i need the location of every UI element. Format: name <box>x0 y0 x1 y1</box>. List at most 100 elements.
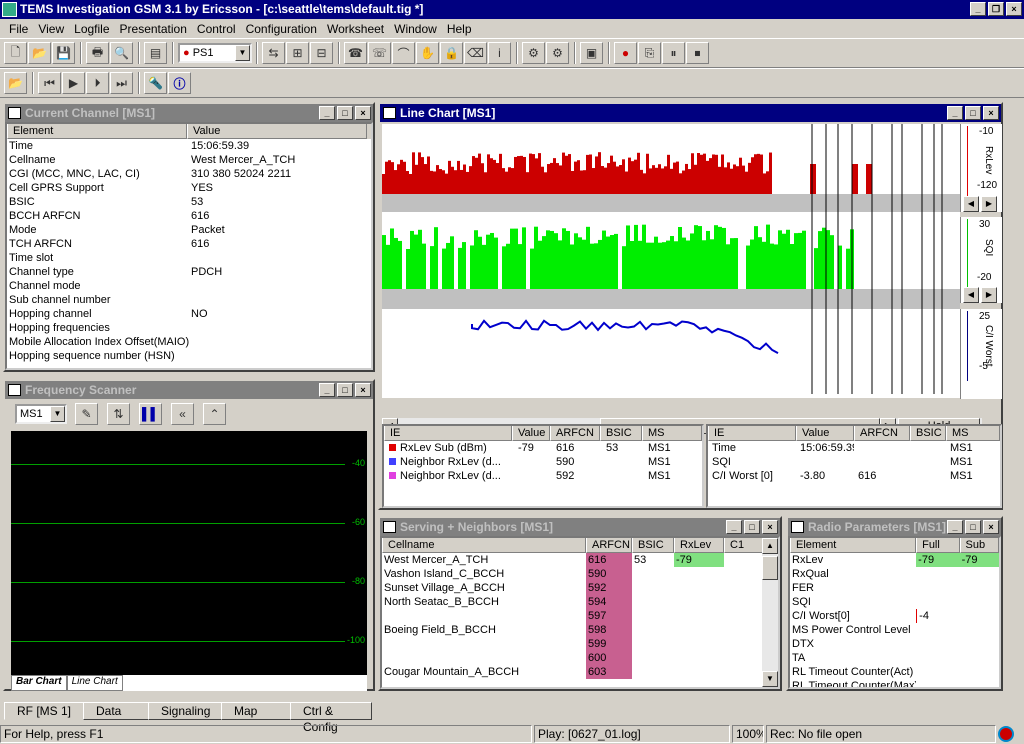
table-row[interactable]: 600 <box>382 651 778 665</box>
column-header[interactable]: Full <box>916 538 960 553</box>
table-row[interactable]: RxLev -79 -79 <box>790 553 999 567</box>
minimize-button[interactable]: _ <box>319 383 335 397</box>
close-button[interactable]: × <box>983 106 999 120</box>
tab-line-chart[interactable]: Line Chart <box>66 675 123 691</box>
minimize-button[interactable]: _ <box>947 106 963 120</box>
table-row[interactable]: Time slot <box>7 251 371 265</box>
column-header[interactable]: MS <box>946 426 1000 441</box>
column-header[interactable]: IE <box>384 426 512 441</box>
close-button[interactable]: × <box>983 520 999 534</box>
fast-forward-icon[interactable]: ⏭ <box>110 72 133 94</box>
lock-icon[interactable]: 🔒 <box>440 42 463 64</box>
rewind-icon[interactable]: « <box>171 403 194 425</box>
search-icon[interactable]: 🔦 <box>144 72 167 94</box>
open-icon[interactable]: 📂 <box>28 42 51 64</box>
add-icon[interactable]: ⊞ <box>286 42 309 64</box>
table-row[interactable]: MS Power Control Level <box>790 623 999 637</box>
column-header[interactable]: Element <box>7 124 187 139</box>
table-row[interactable]: C/I Worst[0] -4 <box>790 609 999 623</box>
menu-logfile[interactable]: Logfile <box>69 22 114 36</box>
sort-icon[interactable]: ⇅ <box>107 403 130 425</box>
vertical-scrollbar[interactable]: ▲ ▼ <box>762 538 778 687</box>
menu-control[interactable]: Control <box>192 22 241 36</box>
table-row[interactable]: RxQual <box>790 567 999 581</box>
properties-icon[interactable]: ▤ <box>144 42 167 64</box>
scroll-right-button[interactable]: ▶ <box>981 196 997 212</box>
scroll-down-button[interactable]: ▼ <box>762 671 778 687</box>
column-header[interactable]: ARFCN <box>586 538 632 553</box>
scroll-right-button[interactable]: ▶ <box>981 287 997 303</box>
column-header[interactable]: MS <box>642 426 702 441</box>
scroll-thumb[interactable] <box>762 556 778 580</box>
script-icon[interactable]: ⚙ <box>522 42 545 64</box>
column-header[interactable]: Sub <box>959 538 999 553</box>
play-icon[interactable]: ▶ <box>62 72 85 94</box>
edit-icon[interactable]: ✎ <box>75 403 98 425</box>
bar-chart-icon[interactable]: ▌▌ <box>139 403 162 425</box>
tab-ctrl-config[interactable]: Ctrl & Config <box>290 702 372 734</box>
column-header[interactable]: Element <box>790 538 917 553</box>
insert-icon[interactable]: ⎘ <box>638 42 661 64</box>
tab-map[interactable]: Map <box>221 702 291 720</box>
table-row[interactable]: BCCH ARFCN 616 <box>7 209 371 223</box>
column-header[interactable]: ARFCN <box>550 426 600 441</box>
table-row[interactable]: DTX <box>790 637 999 651</box>
device-icon[interactable]: ▣ <box>580 42 603 64</box>
menu-presentation[interactable]: Presentation <box>115 22 192 36</box>
close-button[interactable]: × <box>355 383 371 397</box>
minimize-button[interactable]: _ <box>970 2 986 16</box>
menu-window[interactable]: Window <box>389 22 442 36</box>
table-row[interactable]: Vashon Island_C_BCCH 590 <box>382 567 778 581</box>
column-header[interactable]: Value <box>187 124 367 139</box>
tab-signaling[interactable]: Signaling <box>148 702 222 720</box>
ms-select[interactable]: ● PS1 ▼ <box>178 43 252 63</box>
maximize-button[interactable]: □ <box>337 383 353 397</box>
tab-rf-ms-1-[interactable]: RF [MS 1] <box>4 702 84 720</box>
table-row[interactable]: Channel type PDCH <box>7 265 371 279</box>
column-header[interactable]: BSIC <box>600 426 642 441</box>
table-row[interactable]: Time 15:06:59.39 <box>7 139 371 153</box>
menu-file[interactable]: File <box>4 22 33 36</box>
scroll-up-button[interactable]: ▲ <box>762 538 778 554</box>
hangup-icon[interactable]: ⌒ <box>392 42 415 64</box>
new-icon[interactable]: 🗋 <box>4 42 27 64</box>
scroll-left-button[interactable]: ◀ <box>963 196 979 212</box>
table-row[interactable]: Channel mode <box>7 279 371 293</box>
connect-icon[interactable]: ⇆ <box>262 42 285 64</box>
minimize-button[interactable]: _ <box>726 520 742 534</box>
tab-bar-chart[interactable]: Bar Chart <box>11 675 67 691</box>
stop-record-icon[interactable]: ⏹ <box>686 42 709 64</box>
table-row[interactable]: Hopping sequence number (HSN) <box>7 349 371 363</box>
table-row[interactable]: 597 <box>382 609 778 623</box>
legend-row[interactable]: Neighbor RxLev (d... 590 MS1 <box>384 455 702 469</box>
phone2-icon[interactable]: ☏ <box>368 42 391 64</box>
script2-icon[interactable]: ⚙ <box>546 42 569 64</box>
scroll-left-button[interactable]: ◀ <box>963 287 979 303</box>
column-header[interactable]: Value <box>512 426 550 441</box>
table-row[interactable]: FER <box>790 581 999 595</box>
table-row[interactable]: Hopping frequencies <box>7 321 371 335</box>
info-icon[interactable]: i <box>488 42 511 64</box>
column-header[interactable]: C1 <box>724 538 764 553</box>
maximize-button[interactable]: □ <box>337 106 353 120</box>
scanner-ms-select[interactable]: MS1 ▼ <box>15 404 67 424</box>
print-icon[interactable]: 🖶 <box>86 42 109 64</box>
table-row[interactable]: BSIC 53 <box>7 195 371 209</box>
column-header[interactable]: ARFCN <box>854 426 910 441</box>
maximize-button[interactable]: □ <box>965 106 981 120</box>
table-row[interactable]: RL Timeout Counter(Max) <box>790 679 999 687</box>
table-row[interactable]: CGI (MCC, MNC, LAC, CI) 310 380 52024 221… <box>7 167 371 181</box>
menu-configuration[interactable]: Configuration <box>241 22 322 36</box>
table-row[interactable]: Boeing Field_B_BCCH 598 <box>382 623 778 637</box>
minimize-button[interactable]: _ <box>947 520 963 534</box>
print-preview-icon[interactable]: 🔍 <box>110 42 133 64</box>
record-icon[interactable]: ● <box>614 42 637 64</box>
table-row[interactable]: Mode Packet <box>7 223 371 237</box>
legend-row[interactable]: C/I Worst [0] -3.80 616 MS1 <box>708 469 1000 483</box>
pause-icon[interactable]: ⏸ <box>662 42 685 64</box>
open-logfile-icon[interactable]: 📂 <box>4 72 27 94</box>
table-row[interactable]: Cougar Mountain_A_BCCH 603 <box>382 665 778 679</box>
save-icon[interactable]: 💾 <box>52 42 75 64</box>
menu-view[interactable]: View <box>33 22 69 36</box>
table-row[interactable]: North Seatac_B_BCCH 594 <box>382 595 778 609</box>
